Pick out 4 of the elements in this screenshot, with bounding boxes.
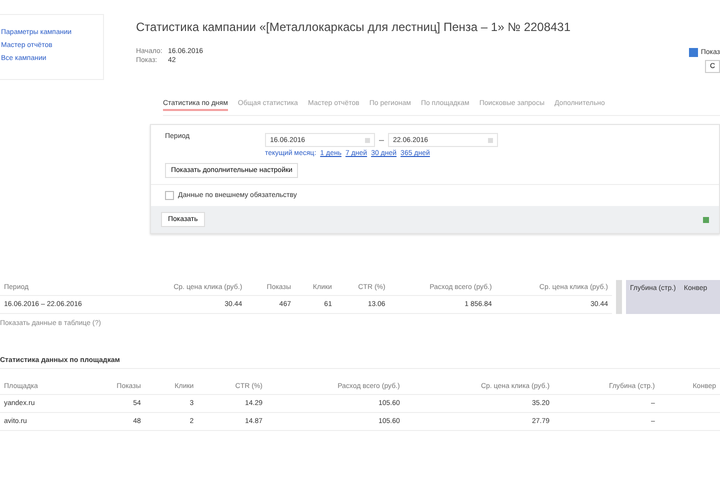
scrollbar[interactable] [616, 280, 622, 314]
checkbox[interactable] [165, 191, 174, 200]
page-title: Статистика кампании «[Металлокаркасы для лестниц] Пенза – 1» № 2208431 [136, 20, 572, 34]
checkbox[interactable] [688, 48, 698, 57]
